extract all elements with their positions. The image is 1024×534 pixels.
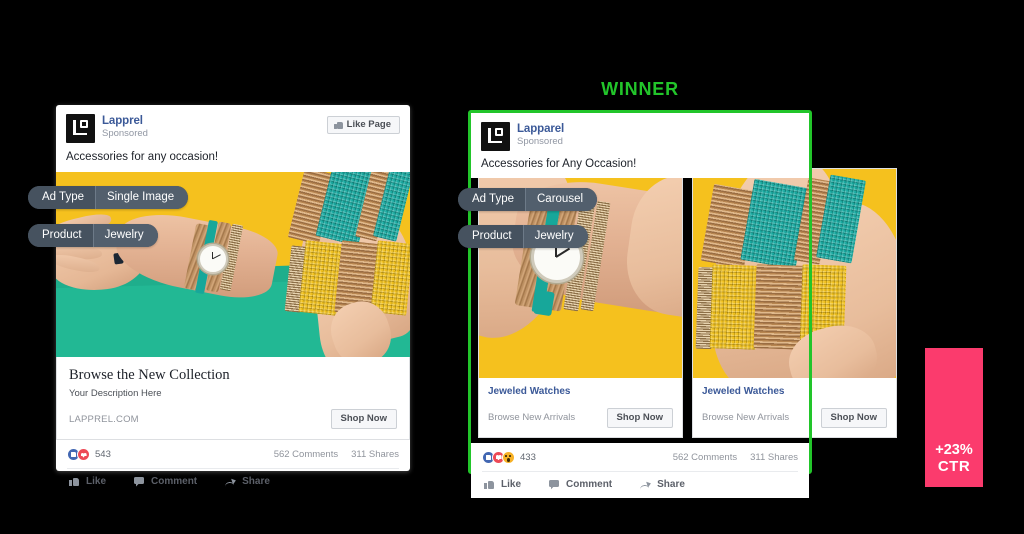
carousel-item-2[interactable]: Jeweled Watches Browse New Arrivals Shop… xyxy=(692,168,897,438)
right-comment-label: Comment xyxy=(566,478,613,490)
love-reaction-icon xyxy=(492,450,505,464)
winner-label: WINNER xyxy=(601,79,679,99)
right-page-identity: Lapparel Sponsored xyxy=(517,122,564,147)
share-arrow-icon xyxy=(225,476,236,487)
carousel-item-1-shop-now-button[interactable]: Shop Now xyxy=(606,408,673,428)
carousel-item-2-shop-now-button[interactable]: Shop Now xyxy=(820,408,887,428)
right-share-count[interactable]: 311 Shares xyxy=(750,452,798,463)
left-pill-ad-type-value: Single Image xyxy=(95,186,189,209)
like-page-button-label: Like Page xyxy=(346,119,391,130)
right-sponsored-label: Sponsored xyxy=(517,136,563,148)
left-reaction-count: 543 xyxy=(95,448,111,460)
thumbs-up-icon xyxy=(69,476,80,487)
left-pill-ad-type-key: Ad Type xyxy=(28,186,95,209)
left-like-button[interactable]: Like xyxy=(69,476,106,487)
right-card-bottom: 433 562 Comments 311 Shares Like Comment… xyxy=(471,442,809,498)
right-card-header: Lapparel Sponsored xyxy=(471,113,809,151)
right-pill-ad-type[interactable]: Ad Type Carousel xyxy=(458,188,598,211)
left-share-label: Share xyxy=(242,475,270,487)
left-comment-label: Comment xyxy=(151,475,198,487)
left-shop-now-button[interactable]: Shop Now xyxy=(330,409,397,429)
right-share-label: Share xyxy=(657,478,685,490)
left-pill-product[interactable]: Product Jewelry xyxy=(28,224,158,247)
left-page-identity: Lapprel Sponsored xyxy=(102,114,148,139)
left-share-button[interactable]: Share xyxy=(225,476,270,487)
share-arrow-icon xyxy=(640,479,651,490)
right-pill-product[interactable]: Product Jewelry xyxy=(458,225,588,248)
brand-logo-icon xyxy=(66,114,95,143)
right-pill-ad-type-value: Carousel xyxy=(525,188,598,211)
left-comment-button[interactable]: Comment xyxy=(134,476,197,487)
right-reaction-count: 433 xyxy=(520,451,536,463)
left-link-title: Browse the New Collection xyxy=(69,366,230,383)
right-pill-product-key: Product xyxy=(458,225,523,248)
right-action-bar: Like Comment Share xyxy=(471,472,809,498)
carousel-item-1-title: Jeweled Watches xyxy=(488,386,571,397)
right-divider xyxy=(482,470,798,472)
right-comment-button[interactable]: Comment xyxy=(549,479,612,490)
left-comment-count[interactable]: 562 Comments xyxy=(274,449,338,460)
wow-reaction-icon xyxy=(502,450,515,464)
left-pill-product-key: Product xyxy=(28,224,93,247)
like-reaction-icon xyxy=(482,450,495,464)
left-sponsored-label: Sponsored xyxy=(102,128,148,140)
thumbs-up-icon xyxy=(484,479,495,490)
left-link-domain: LAPPREL.COM xyxy=(69,413,139,425)
right-like-button[interactable]: Like xyxy=(484,479,521,490)
like-page-button[interactable]: Like Page xyxy=(326,116,400,134)
thumbs-up-icon xyxy=(333,120,343,130)
ctr-lift-badge: +23% CTR xyxy=(925,348,983,487)
ctr-label: CTR xyxy=(937,457,971,475)
ctr-percent: +23% xyxy=(935,442,973,459)
right-share-button[interactable]: Share xyxy=(640,479,685,490)
right-pill-ad-type-key: Ad Type xyxy=(458,188,525,211)
left-link-preview[interactable]: Browse the New Collection Your Descripti… xyxy=(56,356,410,440)
right-pill-product-value: Jewelry xyxy=(522,225,588,248)
carousel-item-2-subtitle: Browse New Arrivals xyxy=(702,412,790,424)
left-like-label: Like xyxy=(86,475,107,487)
left-pill-product-value: Jewelry xyxy=(92,224,158,247)
left-share-count[interactable]: 311 Shares xyxy=(351,449,399,460)
left-page-name[interactable]: Lapprel xyxy=(102,115,148,127)
love-reaction-icon xyxy=(77,447,90,461)
watch-face xyxy=(198,243,228,274)
left-reaction-icons xyxy=(67,447,90,461)
carousel-item-1-subtitle: Browse New Arrivals xyxy=(488,412,576,424)
ad-variant-a-card: Lapprel Sponsored Like Page Accessories … xyxy=(56,105,410,487)
comment-bubble-icon xyxy=(549,479,560,490)
comment-bubble-icon xyxy=(134,476,145,487)
carousel-item-2-image[interactable] xyxy=(693,169,896,378)
left-post-text: Accessories for any occasion! xyxy=(66,151,219,163)
left-pill-ad-type[interactable]: Ad Type Single Image xyxy=(28,186,189,209)
left-card-header: Lapprel Sponsored Like Page xyxy=(56,105,410,143)
right-reaction-icons xyxy=(482,450,515,464)
left-engagement-bar: 543 562 Comments 311 Shares xyxy=(56,440,410,468)
right-comment-count[interactable]: 562 Comments xyxy=(673,452,737,463)
right-page-name[interactable]: Lapparel xyxy=(517,123,564,135)
right-like-label: Like xyxy=(501,478,522,490)
left-link-description: Your Description Here xyxy=(69,388,162,400)
brand-logo-icon xyxy=(481,122,510,151)
right-engagement-bar: 433 562 Comments 311 Shares xyxy=(471,443,809,471)
left-action-bar: Like Comment Share xyxy=(56,469,410,495)
carousel-item-2-title: Jeweled Watches xyxy=(702,386,785,397)
